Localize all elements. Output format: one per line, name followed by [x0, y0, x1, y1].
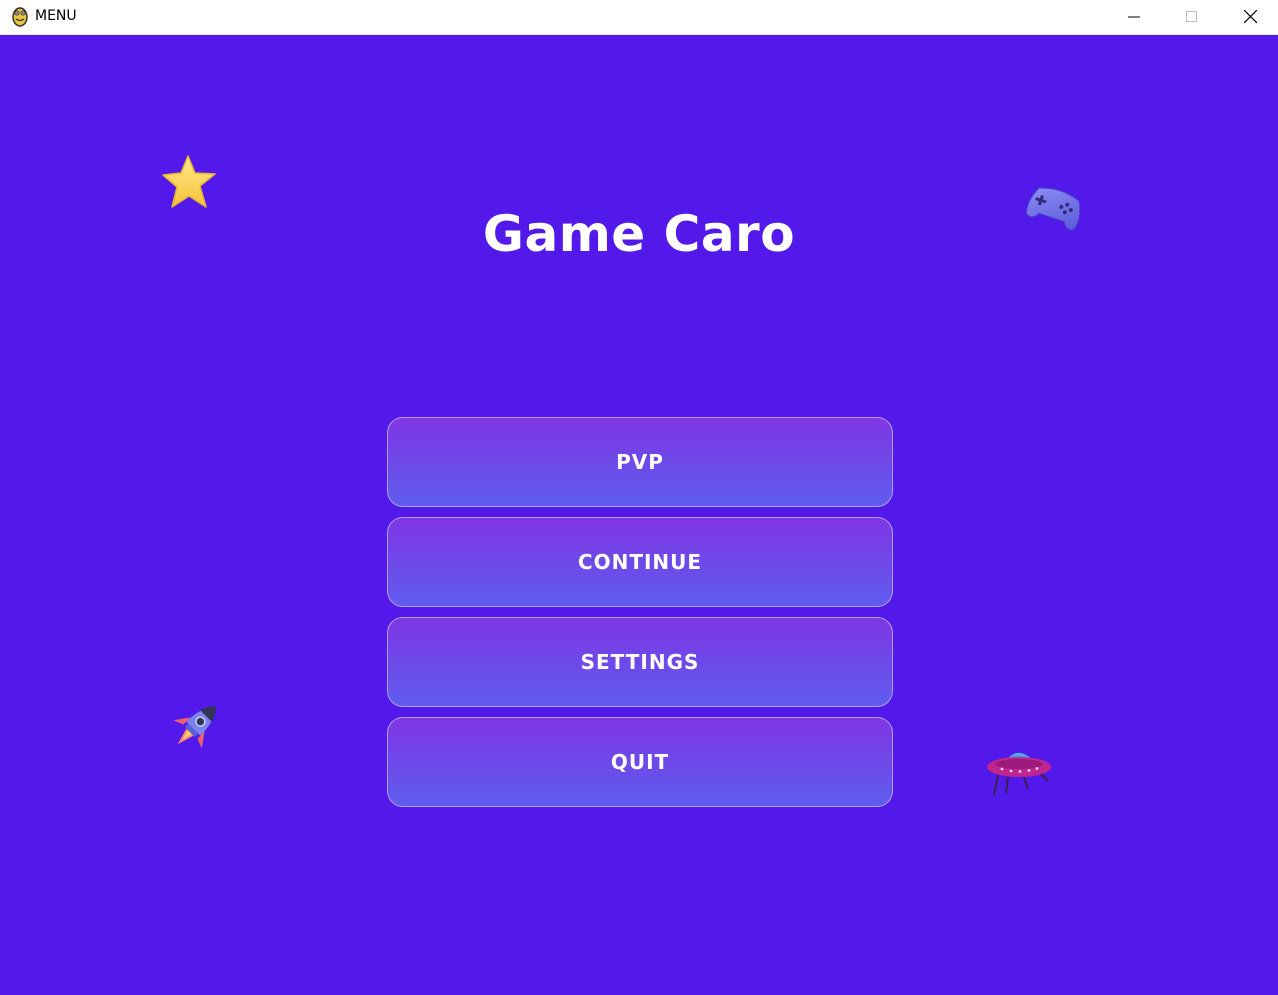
quit-button-label: QUIT: [610, 750, 670, 774]
ufo-icon: [984, 745, 1054, 803]
game-menu-screen: Game Caro PVP CONTINUE SETTINGS QUIT: [0, 35, 1278, 995]
minimize-button[interactable]: [1105, 0, 1163, 34]
maximize-icon: [1186, 8, 1198, 27]
gamepad-icon: [1024, 180, 1086, 238]
minimize-icon: [1128, 8, 1140, 27]
pvp-button[interactable]: PVP: [387, 417, 893, 507]
rocket-icon: [156, 695, 232, 765]
pvp-button-label: PVP: [616, 450, 664, 474]
continue-button[interactable]: CONTINUE: [387, 517, 893, 607]
game-window: MENU Game Caro PVP CONTINUE SETTINGS QUI…: [0, 0, 1278, 995]
quit-button[interactable]: QUIT: [387, 717, 893, 807]
window-title: MENU: [35, 8, 77, 24]
python-snake-icon: [10, 5, 30, 27]
window-titlebar[interactable]: MENU: [0, 0, 1278, 35]
continue-button-label: CONTINUE: [577, 550, 703, 574]
close-icon: [1243, 8, 1257, 27]
star-icon: [160, 153, 222, 219]
settings-button-label: SETTINGS: [580, 650, 700, 674]
maximize-button[interactable]: [1163, 0, 1221, 34]
settings-button[interactable]: SETTINGS: [387, 617, 893, 707]
close-button[interactable]: [1221, 0, 1278, 34]
